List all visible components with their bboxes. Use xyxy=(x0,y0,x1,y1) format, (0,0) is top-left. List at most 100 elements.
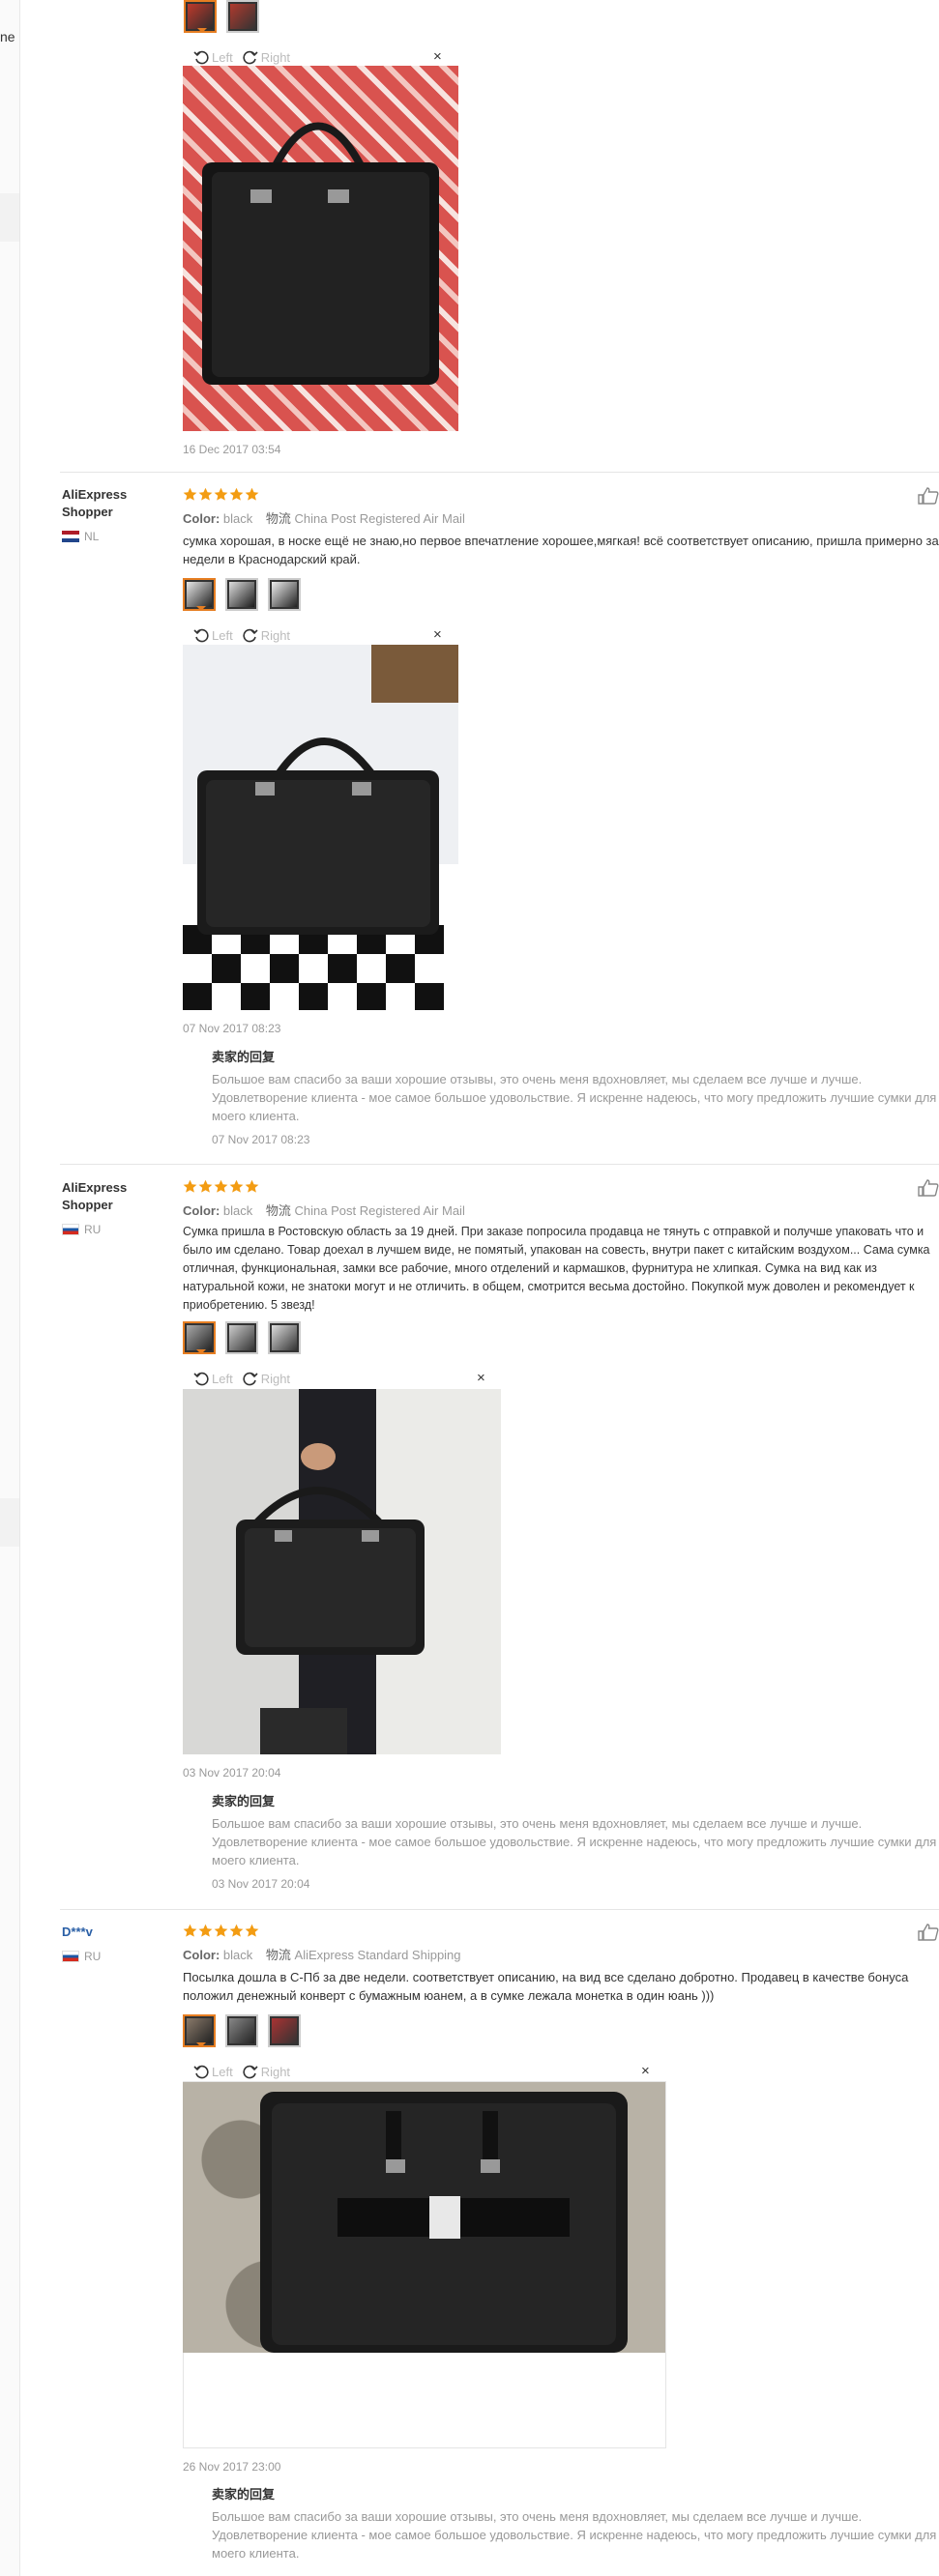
rotate-left-button[interactable]: Left xyxy=(193,49,233,65)
thumbnail[interactable] xyxy=(268,1321,301,1354)
rotate-right-label: Right xyxy=(260,2064,291,2079)
thumbnail[interactable] xyxy=(225,578,258,611)
thumbnail[interactable] xyxy=(184,0,217,33)
left-sidebar xyxy=(0,0,20,2576)
close-icon[interactable]: × xyxy=(477,1370,485,1386)
review-text: сумка хорошая, в носке ещё не знаю,но пе… xyxy=(183,534,939,566)
rotate-right-label: Right xyxy=(260,1371,291,1386)
helpful-button[interactable] xyxy=(918,487,939,505)
review-photo xyxy=(183,66,458,431)
star-icon xyxy=(229,1179,244,1193)
thumbnail[interactable] xyxy=(268,2014,301,2047)
color-label: Color: xyxy=(183,1948,220,1962)
close-icon[interactable]: × xyxy=(433,626,442,643)
color-label: Color: xyxy=(183,1203,220,1218)
sidebar-block xyxy=(0,1498,19,1547)
rotate-right-icon xyxy=(243,1372,258,1386)
shipping-label: 物流 xyxy=(265,1203,291,1218)
sidebar-text: ne xyxy=(0,29,15,44)
rotate-left-button[interactable]: Left xyxy=(193,627,233,643)
thumbnail[interactable] xyxy=(183,2014,216,2047)
rotate-left-label: Left xyxy=(212,2064,233,2079)
seller-reply-title: 卖家的回复 xyxy=(212,1050,276,1064)
review-date: 16 Dec 2017 03:54 xyxy=(183,443,281,456)
reviewer-name: AliExpress Shopper xyxy=(62,487,128,519)
sidebar-block xyxy=(0,193,19,242)
viewer-toolbar: Left Right xyxy=(193,1367,300,1390)
reviewer-name[interactable]: D***v xyxy=(62,1924,139,1941)
color-label: Color: xyxy=(183,511,220,526)
star-icon xyxy=(214,487,228,501)
rotate-left-label: Left xyxy=(212,49,233,65)
star-icon xyxy=(198,1179,213,1193)
rotate-left-label: Left xyxy=(212,1371,233,1386)
reviewer-name: AliExpress Shopper xyxy=(62,1180,128,1212)
review-photo xyxy=(183,645,458,1010)
rotate-left-icon xyxy=(193,50,209,65)
review-divider xyxy=(60,1909,939,1910)
shipping-value: China Post Registered Air Mail xyxy=(294,511,465,526)
thumbnail[interactable] xyxy=(183,578,216,611)
thumbnail[interactable] xyxy=(226,0,259,33)
star-icon xyxy=(198,487,213,501)
seller-reply-date: 07 Nov 2017 08:23 xyxy=(212,1133,310,1146)
seller-reply-title: 卖家的回复 xyxy=(212,2487,276,2502)
rating-stars xyxy=(183,487,259,502)
rotate-right-button[interactable]: Right xyxy=(243,2064,290,2079)
country-code: NL xyxy=(84,530,100,543)
thumbnail[interactable] xyxy=(183,1321,216,1354)
thumbnail[interactable] xyxy=(225,1321,258,1354)
star-icon xyxy=(183,487,197,501)
rotate-left-button[interactable]: Left xyxy=(193,1371,233,1386)
rotate-left-icon xyxy=(193,2065,209,2079)
rotate-left-icon xyxy=(193,628,209,643)
rotate-right-label: Right xyxy=(260,49,291,65)
thumbnail-strip xyxy=(183,578,301,611)
seller-reply-text: Большое вам спасибо за ваши хорошие отзы… xyxy=(212,1072,937,1123)
viewer-toolbar: Left Right xyxy=(193,623,300,647)
rotate-left-button[interactable]: Left xyxy=(193,2064,233,2079)
color-value: black xyxy=(222,1203,253,1218)
rotate-right-icon xyxy=(243,628,258,643)
review-date: 26 Nov 2017 23:00 xyxy=(183,2460,281,2474)
review-date: 03 Nov 2017 20:04 xyxy=(183,1766,281,1780)
thumbs-up-icon xyxy=(918,1924,939,1941)
close-icon[interactable]: × xyxy=(433,48,442,65)
reviewer-country: RU xyxy=(62,1223,101,1236)
helpful-button[interactable] xyxy=(918,1924,939,1941)
reviewer-country: NL xyxy=(62,530,99,543)
thumbs-up-icon xyxy=(918,487,939,505)
review-divider xyxy=(60,1164,939,1165)
color-value: black xyxy=(222,1948,253,1962)
rotate-right-button[interactable]: Right xyxy=(243,49,290,65)
shipping-value: AliExpress Standard Shipping xyxy=(294,1948,461,1962)
flag-icon xyxy=(62,1224,79,1235)
seller-reply-text: Большое вам спасибо за ваши хорошие отзы… xyxy=(212,1816,937,1867)
star-icon xyxy=(183,1924,197,1937)
star-icon xyxy=(214,1924,228,1937)
helpful-button[interactable] xyxy=(918,1179,939,1197)
shipping-value: China Post Registered Air Mail xyxy=(294,1203,465,1218)
thumbnail[interactable] xyxy=(225,2014,258,2047)
rotate-right-icon xyxy=(243,50,258,65)
rotate-left-icon xyxy=(193,1372,209,1386)
thumbnail[interactable] xyxy=(268,578,301,611)
star-icon xyxy=(245,1924,259,1937)
review-date: 07 Nov 2017 08:23 xyxy=(183,1022,281,1035)
thumbnail-strip xyxy=(183,2014,301,2047)
bag-image xyxy=(183,645,458,1010)
star-icon xyxy=(229,487,244,501)
color-value: black xyxy=(222,511,253,526)
bag-image xyxy=(202,122,439,385)
review-divider xyxy=(60,472,939,473)
rotate-right-button[interactable]: Right xyxy=(243,627,290,643)
seller-reply-date: 03 Nov 2017 20:04 xyxy=(212,1877,310,1891)
rotate-right-button[interactable]: Right xyxy=(243,1371,290,1386)
rotate-left-label: Left xyxy=(212,627,233,643)
reviewer-country: RU xyxy=(62,1950,101,1963)
seller-reply-text: Большое вам спасибо за ваши хорошие отзы… xyxy=(212,2509,937,2561)
close-icon[interactable]: × xyxy=(641,2063,650,2079)
thumbnail-strip xyxy=(184,0,259,33)
star-icon xyxy=(245,1179,259,1193)
order-meta: Color: black 物流 AliExpress Standard Ship… xyxy=(183,1945,461,1963)
